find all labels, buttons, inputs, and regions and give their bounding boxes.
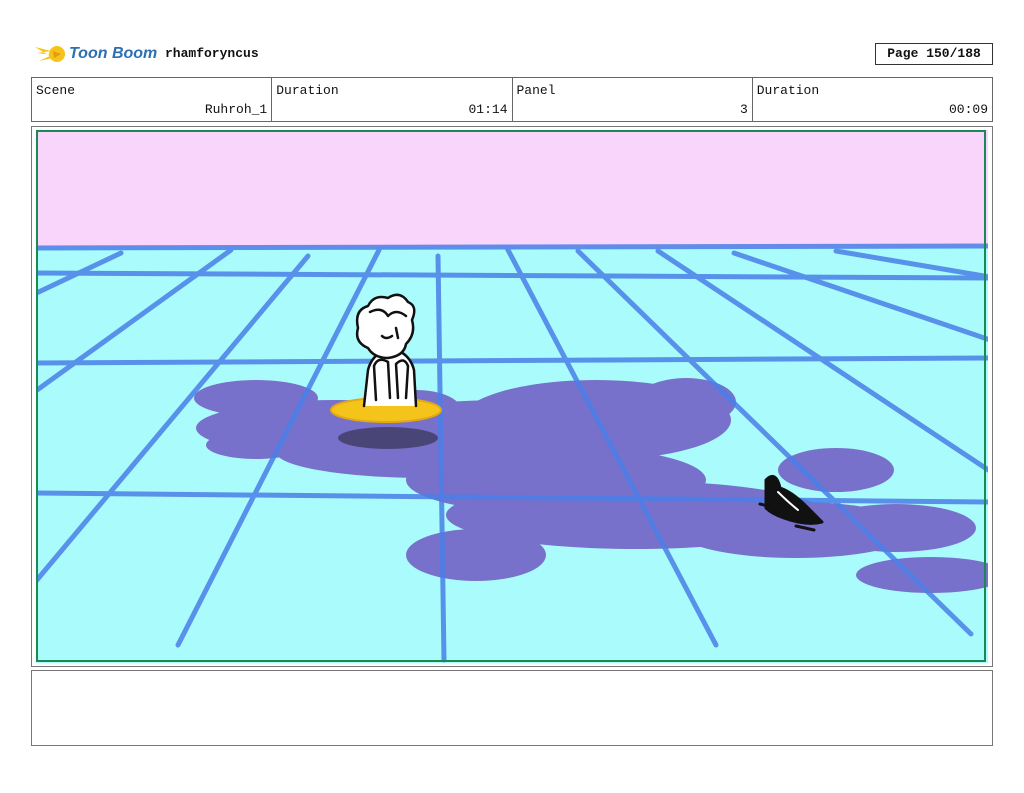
panel-duration-value: 00:09 xyxy=(948,102,988,117)
project-name: rhamforyncus xyxy=(165,46,259,61)
storyboard-panel-drawing xyxy=(36,130,988,663)
scene-duration-cell: Duration 01:14 xyxy=(272,78,513,121)
panel-label: Panel xyxy=(516,83,556,98)
scene-cell: Scene Ruhroh_1 xyxy=(32,78,273,121)
panel-duration-cell: Duration 00:09 xyxy=(753,78,992,121)
panel-cell: Panel 3 xyxy=(513,78,753,121)
toon-boom-logo: Toon Boom xyxy=(33,39,161,69)
logo-text: Toon Boom xyxy=(69,45,158,62)
panel-duration-label: Duration xyxy=(756,83,820,98)
scene-duration-label: Duration xyxy=(276,83,339,98)
panel-info-table: Scene Ruhroh_1 Duration 01:14 Panel 3 Du… xyxy=(31,77,993,122)
star-burst-icon xyxy=(35,46,65,62)
scene-duration-value: 01:14 xyxy=(468,102,508,117)
scene-value: Ruhroh_1 xyxy=(204,102,268,117)
page-indicator: Page 150/188 xyxy=(875,43,993,65)
float-ring-shadow xyxy=(338,427,438,449)
scene-label: Scene xyxy=(36,83,76,98)
storyboard-header: Toon Boom rhamforyncus Page 150/188 xyxy=(31,36,993,72)
sky-area xyxy=(36,130,988,248)
notes-box xyxy=(31,670,993,746)
panel-value: 3 xyxy=(739,102,748,117)
